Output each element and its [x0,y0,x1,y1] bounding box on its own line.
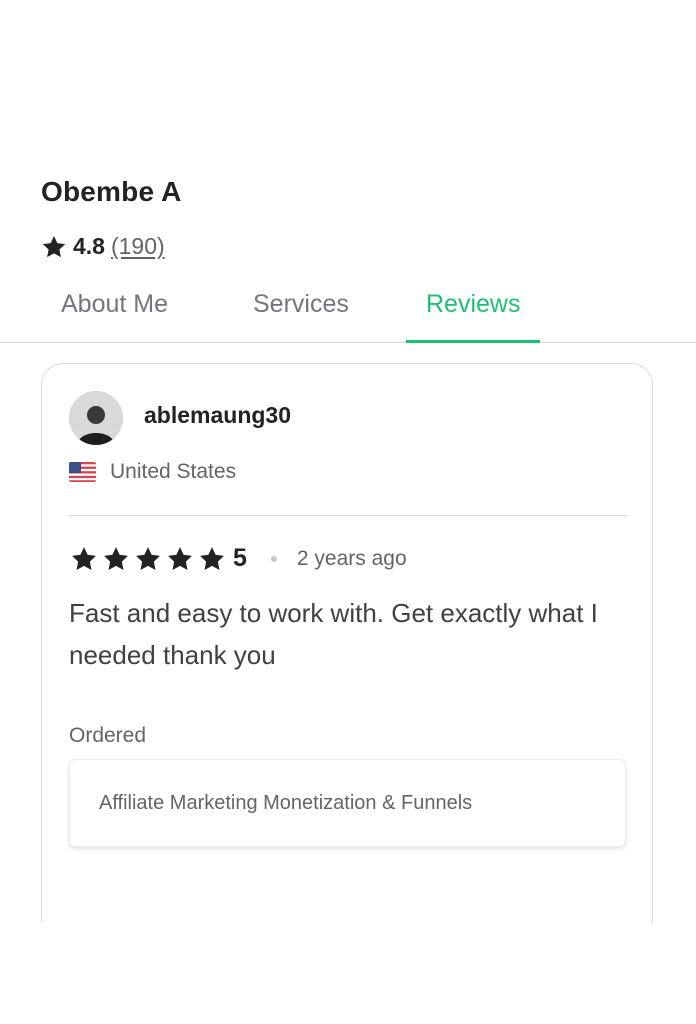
tab-reviews[interactable]: Reviews [406,282,541,343]
star-icon [71,546,97,570]
divider [69,515,627,516]
rating-count-link[interactable]: (190) [111,233,165,260]
star-icon [42,235,66,257]
profile-tabs: About Me Services Reviews [0,282,696,343]
us-flag-icon [69,462,96,482]
star-icon [167,546,193,570]
ordered-service-card[interactable]: Affiliate Marketing Monetization & Funne… [69,759,626,847]
review-text: Fast and easy to work with. Get exactly … [69,598,598,670]
reviewer-country: United States [69,460,236,484]
avatar-image [69,391,123,445]
ordered-label: Ordered [69,724,147,747]
reviewer-name[interactable]: ablemaung30 [144,402,291,429]
country-label: United States [110,460,237,483]
tab-services[interactable]: Services [253,282,349,340]
avatar[interactable] [69,391,123,445]
review-card: ablemaung30 United States 5 2 years ago … [41,363,653,923]
review-score: 5 [233,544,247,572]
star-icon [103,546,129,570]
seller-rating: 4.8 (190) [41,233,165,260]
review-rating: 5 2 years ago [69,544,407,573]
rating-value: 4.8 [73,233,105,259]
star-icon [199,546,225,570]
seller-name: Obembe A [41,176,182,207]
tab-about-me[interactable]: About Me [61,282,168,340]
ordered-service-title: Affiliate Marketing Monetization & Funne… [99,791,473,814]
review-date: 2 years ago [296,546,407,570]
star-icon [135,546,161,570]
separator-dot [270,555,277,562]
